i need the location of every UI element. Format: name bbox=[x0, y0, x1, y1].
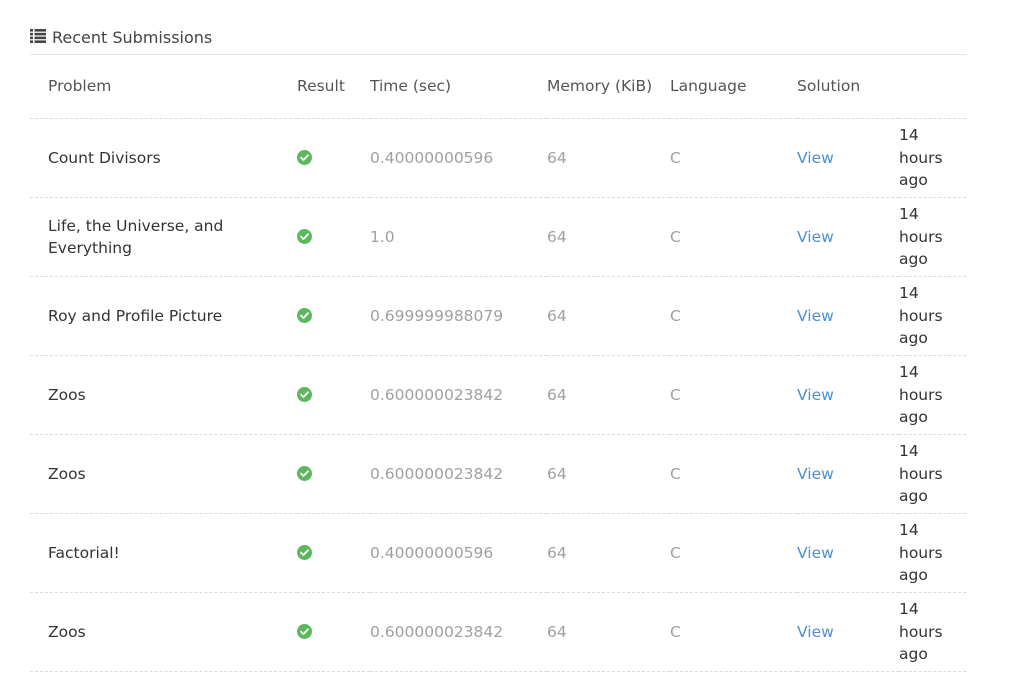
solution-cell: View bbox=[797, 118, 899, 198]
time-cell: 0.600000023842 bbox=[370, 355, 547, 435]
time-cell: 1.0 bbox=[370, 197, 547, 277]
solution-cell: View bbox=[797, 592, 899, 672]
view-solution-link[interactable]: View bbox=[797, 149, 834, 167]
problem-name: Zoos bbox=[30, 434, 297, 514]
language-cell: C bbox=[670, 276, 797, 356]
table-row: Life, the Universe, and Everything 1.0 6… bbox=[30, 197, 966, 277]
time-cell: 0.600000023842 bbox=[370, 592, 547, 672]
panel-heading: Recent Submissions bbox=[30, 20, 966, 55]
header-language: Language bbox=[670, 77, 747, 95]
submitted-when: 14 hours ago bbox=[899, 434, 966, 514]
memory-cell: 64 bbox=[547, 197, 670, 277]
time-cell: 0.40000000596 bbox=[370, 513, 547, 593]
result-cell bbox=[297, 197, 370, 277]
language-cell: C bbox=[670, 592, 797, 672]
header-problem: Problem bbox=[48, 77, 112, 95]
header-solution: Solution bbox=[797, 77, 861, 95]
list-icon bbox=[30, 29, 46, 43]
result-cell bbox=[297, 355, 370, 435]
problem-name: Roy and Profile Picture bbox=[30, 276, 297, 356]
language-cell: C bbox=[670, 513, 797, 593]
language-cell: C bbox=[670, 118, 797, 198]
memory-cell: 64 bbox=[547, 276, 670, 356]
problem-name: Life, the Universe, and Everything bbox=[30, 197, 297, 277]
table-row: Zoos 0.600000023842 64 C View 14 hours a… bbox=[30, 592, 966, 672]
check-circle-icon bbox=[297, 307, 312, 323]
check-circle-icon bbox=[297, 228, 312, 244]
language-cell: C bbox=[670, 434, 797, 514]
header-when bbox=[899, 55, 966, 119]
language-cell: C bbox=[670, 355, 797, 435]
view-solution-link[interactable]: View bbox=[797, 623, 834, 641]
view-solution-link[interactable]: View bbox=[797, 307, 834, 325]
view-solution-link[interactable]: View bbox=[797, 465, 834, 483]
solution-cell: View bbox=[797, 355, 899, 435]
solution-cell: View bbox=[797, 276, 899, 356]
view-solution-link[interactable]: View bbox=[797, 228, 834, 246]
table-body: Count Divisors 0.40000000596 64 C View 1… bbox=[30, 118, 966, 672]
result-cell bbox=[297, 276, 370, 356]
problem-name: Zoos bbox=[30, 355, 297, 435]
time-cell: 0.600000023842 bbox=[370, 434, 547, 514]
submissions-table: Problem Result Time (sec) Memory (KiB) L… bbox=[30, 55, 966, 672]
memory-cell: 64 bbox=[547, 118, 670, 198]
view-solution-link[interactable]: View bbox=[797, 386, 834, 404]
table-row: Roy and Profile Picture 0.699999988079 6… bbox=[30, 276, 966, 356]
submitted-when: 14 hours ago bbox=[899, 592, 966, 672]
solution-cell: View bbox=[797, 434, 899, 514]
problem-name: Zoos bbox=[30, 592, 297, 672]
time-cell: 0.699999988079 bbox=[370, 276, 547, 356]
table-row: Zoos 0.600000023842 64 C View 14 hours a… bbox=[30, 355, 966, 435]
submitted-when: 14 hours ago bbox=[899, 513, 966, 593]
table-row: Zoos 0.600000023842 64 C View 14 hours a… bbox=[30, 434, 966, 514]
problem-name: Factorial! bbox=[30, 513, 297, 593]
header-result: Result bbox=[297, 77, 345, 95]
result-cell bbox=[297, 513, 370, 593]
result-cell bbox=[297, 118, 370, 198]
memory-cell: 64 bbox=[547, 513, 670, 593]
submitted-when: 14 hours ago bbox=[899, 355, 966, 435]
time-cell: 0.40000000596 bbox=[370, 118, 547, 198]
check-circle-icon bbox=[297, 386, 312, 402]
solution-cell: View bbox=[797, 513, 899, 593]
check-circle-icon bbox=[297, 544, 312, 560]
check-circle-icon bbox=[297, 149, 312, 165]
submitted-when: 14 hours ago bbox=[899, 276, 966, 356]
submitted-when: 14 hours ago bbox=[899, 118, 966, 198]
result-cell bbox=[297, 592, 370, 672]
table-header: Problem Result Time (sec) Memory (KiB) L… bbox=[30, 55, 966, 119]
check-circle-icon bbox=[297, 465, 312, 481]
submitted-when: 14 hours ago bbox=[899, 197, 966, 277]
header-time: Time (sec) bbox=[370, 77, 452, 95]
view-solution-link[interactable]: View bbox=[797, 544, 834, 562]
memory-cell: 64 bbox=[547, 434, 670, 514]
table-row: Count Divisors 0.40000000596 64 C View 1… bbox=[30, 118, 966, 198]
recent-submissions-panel: Recent Submissions Problem Result Time (… bbox=[30, 20, 966, 672]
result-cell bbox=[297, 434, 370, 514]
header-memory: Memory (KiB) bbox=[547, 77, 653, 95]
language-cell: C bbox=[670, 197, 797, 277]
solution-cell: View bbox=[797, 197, 899, 277]
check-circle-icon bbox=[297, 623, 312, 639]
problem-name: Count Divisors bbox=[30, 118, 297, 198]
memory-cell: 64 bbox=[547, 592, 670, 672]
memory-cell: 64 bbox=[547, 355, 670, 435]
table-row: Factorial! 0.40000000596 64 C View 14 ho… bbox=[30, 513, 966, 593]
panel-title: Recent Submissions bbox=[52, 27, 213, 47]
